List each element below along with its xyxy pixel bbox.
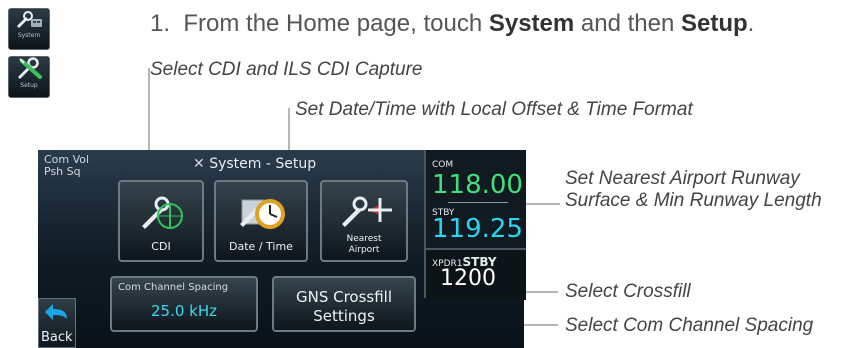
nearest-airport-icon bbox=[342, 196, 392, 227]
callout-nearest: Set Nearest Airport Runway Surface & Min… bbox=[565, 168, 822, 212]
step-number: 1. bbox=[150, 10, 171, 37]
gns-crossfill-line2: Settings bbox=[313, 307, 375, 325]
step-setup: Setup bbox=[681, 10, 748, 37]
com-label: COM bbox=[432, 160, 454, 170]
callout-nearest-line1: Set Nearest Airport Runway bbox=[565, 168, 800, 189]
xpdr-code: 1200 bbox=[440, 266, 496, 291]
clock-calendar-icon bbox=[240, 199, 285, 229]
gns-crossfill-label: GNS Crossfill Settings bbox=[274, 288, 414, 326]
system-icon-caption: System bbox=[17, 32, 41, 39]
setup-icon-caption: Setup bbox=[20, 82, 38, 89]
tools-icon bbox=[17, 11, 42, 28]
frequency-divider bbox=[448, 202, 508, 203]
back-arrow-icon bbox=[45, 304, 67, 320]
page-title-text: System - Setup bbox=[209, 156, 317, 172]
status-line2: Psh Sq bbox=[44, 165, 81, 178]
com-active-frequency[interactable]: 118.00 bbox=[432, 170, 523, 200]
wrench-screwdriver-icon bbox=[18, 57, 42, 79]
device-screen: Com Vol Psh Sq ✕ System - Setup CDI Date… bbox=[38, 150, 526, 348]
cdi-button[interactable]: CDI bbox=[118, 180, 204, 262]
nearest-airport-button[interactable]: Nearest Airport bbox=[320, 180, 408, 262]
step-suffix: . bbox=[747, 10, 755, 37]
cdi-icon bbox=[142, 196, 183, 229]
com-spacing-value: 25.0 kHz bbox=[150, 302, 217, 320]
back-button[interactable]: Back bbox=[38, 298, 76, 348]
stby-frequency[interactable]: 119.25 bbox=[432, 214, 523, 244]
com-channel-spacing-button[interactable]: Com Channel Spacing 25.0 kHz bbox=[110, 276, 258, 332]
date-time-button-label: Date / Time bbox=[229, 240, 293, 253]
callout-date-time: Set Date/Time with Local Offset & Time F… bbox=[295, 99, 693, 120]
nearest-airport-label-line2: Airport bbox=[348, 245, 380, 255]
transponder-box[interactable]: XPDR1STBY 1200 bbox=[426, 248, 526, 300]
step-instruction: 1. From the Home page, touch System and … bbox=[150, 10, 754, 38]
back-button-label: Back bbox=[41, 330, 73, 345]
date-time-button[interactable]: Date / Time bbox=[214, 180, 308, 262]
system-icon: System bbox=[8, 8, 50, 50]
cdi-button-label: CDI bbox=[151, 240, 171, 253]
com-volume-status[interactable]: Com Vol Psh Sq bbox=[44, 154, 89, 178]
setup-title-icon: ✕ bbox=[193, 156, 205, 172]
nearest-airport-button-label: Nearest Airport bbox=[322, 234, 406, 256]
nearest-airport-label-line1: Nearest bbox=[346, 234, 382, 244]
callout-nearest-line2: Surface & Min Runway Length bbox=[565, 190, 822, 211]
step-system: System bbox=[488, 10, 575, 37]
step-middle: and then bbox=[574, 10, 681, 37]
gns-crossfill-line1: GNS Crossfill bbox=[295, 288, 393, 306]
radio-panel: COM 118.00 STBY 119.25 XPDR1STBY 1200 bbox=[424, 150, 526, 300]
gns-crossfill-button[interactable]: GNS Crossfill Settings bbox=[272, 276, 416, 332]
com-spacing-label: Com Channel Spacing bbox=[118, 282, 229, 293]
callout-crossfill: Select Crossfill bbox=[565, 281, 691, 302]
step-prefix: From the Home page, touch bbox=[183, 10, 489, 37]
callout-cdi: Select CDI and ILS CDI Capture bbox=[150, 59, 423, 80]
setup-icon: Setup bbox=[8, 56, 50, 98]
page-title: ✕ System - Setup bbox=[193, 156, 316, 172]
callout-com-spacing: Select Com Channel Spacing bbox=[565, 315, 814, 336]
